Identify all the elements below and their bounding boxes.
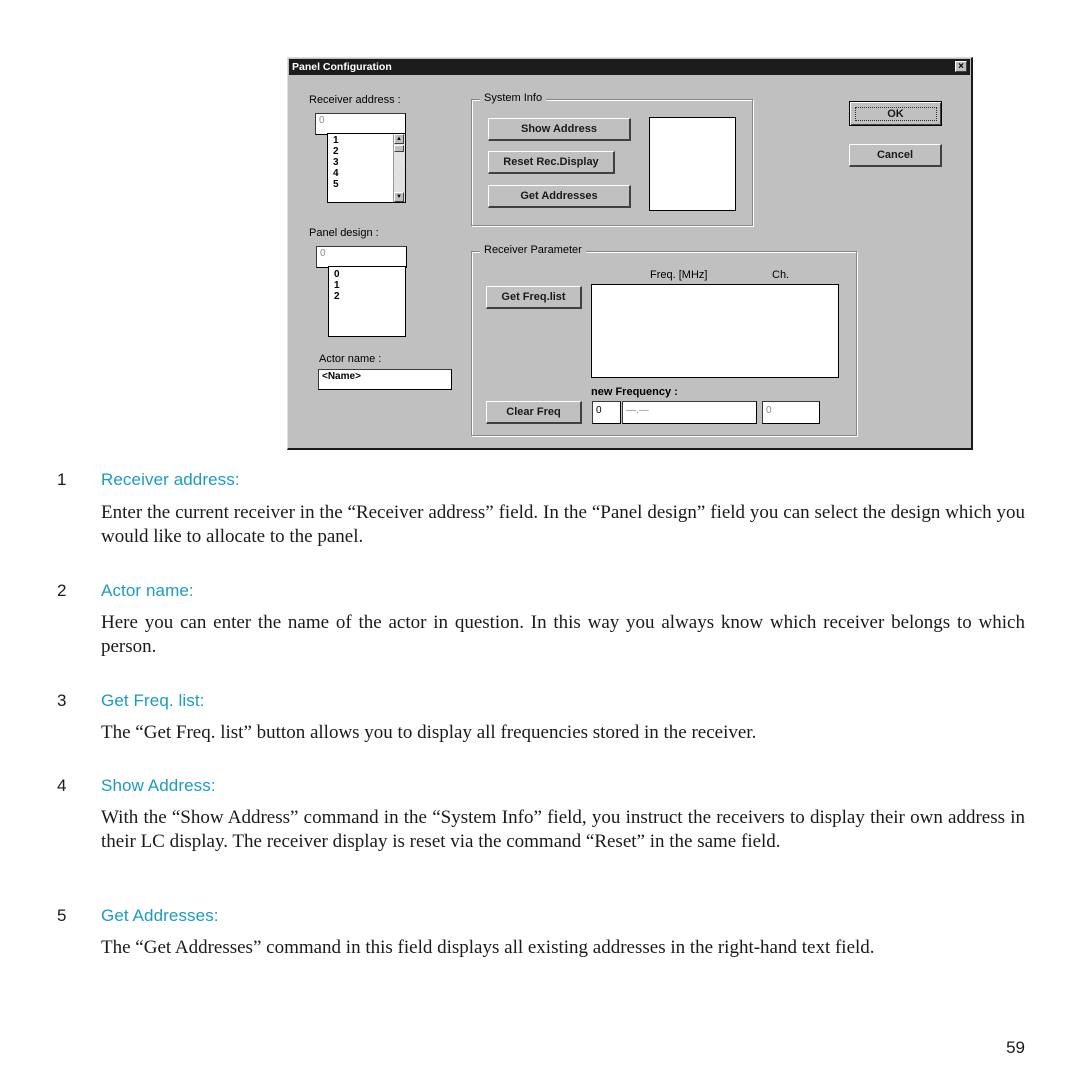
channel-column-header: Ch. [772, 269, 790, 281]
get-freq-list-button[interactable]: Get Freq.list [486, 286, 582, 309]
page-number: 59 [1006, 1038, 1025, 1057]
freq-column-header: Freq. [MHz] [650, 269, 708, 281]
addresses-display [649, 117, 736, 211]
section-body: Here you can enter the name of the actor… [101, 612, 1025, 657]
actor-name-label: Actor name : [319, 353, 382, 365]
new-freq-channel-input[interactable]: 0 [762, 401, 820, 424]
section-title: Get Addresses: [101, 906, 219, 925]
receiver-address-label: Receiver address : [309, 94, 401, 106]
section-title: Show Address: [101, 776, 216, 795]
receiver-address-input[interactable]: 0 [315, 113, 406, 135]
list-item[interactable]: 1 [329, 280, 405, 291]
scroll-down-icon[interactable]: ▼ [394, 192, 404, 202]
section-body: With the “Show Address” command in the “… [101, 807, 1025, 852]
section-number: 4 [57, 776, 67, 795]
ok-button[interactable]: OK [849, 101, 942, 126]
new-freq-index-input[interactable]: 0 [592, 401, 621, 424]
new-frequency-label: new Frequency : [591, 386, 678, 398]
section-number: 1 [57, 470, 67, 489]
section-number: 5 [57, 906, 67, 925]
panel-configuration-dialog: Panel Configuration × Receiver address :… [287, 57, 973, 450]
dialog-titlebar[interactable]: Panel Configuration × [289, 59, 970, 75]
close-icon[interactable]: × [955, 61, 967, 72]
cancel-button[interactable]: Cancel [849, 144, 942, 167]
receiver-address-list[interactable]: 1 2 3 4 5 ▲ ▼ [327, 133, 406, 203]
scroll-up-icon[interactable]: ▲ [394, 134, 404, 144]
section-number: 3 [57, 691, 67, 710]
section-body: Enter the current receiver in the “Recei… [101, 502, 1025, 547]
frequency-list[interactable] [591, 284, 839, 378]
list-item[interactable]: 2 [329, 291, 405, 302]
list-item[interactable]: 0 [329, 269, 405, 280]
actor-name-input[interactable]: <Name> [318, 369, 452, 390]
section-title: Receiver address: [101, 470, 240, 489]
reset-rec-display-button[interactable]: Reset Rec.Display [488, 151, 615, 174]
section-title: Get Freq. list: [101, 691, 205, 710]
list-scrollbar[interactable]: ▲ ▼ [393, 134, 405, 202]
panel-design-label: Panel design : [309, 227, 379, 239]
dialog-title: Panel Configuration [292, 61, 392, 73]
system-info-title: System Info [480, 92, 547, 104]
panel-design-list[interactable]: 0 1 2 [328, 266, 406, 337]
receiver-parameter-title: Receiver Parameter [480, 244, 586, 256]
panel-design-input[interactable]: 0 [316, 246, 407, 268]
section-body: The “Get Addresses” command in this fiel… [101, 937, 875, 958]
section-title: Actor name: [101, 581, 194, 600]
new-freq-value-input[interactable]: —.— [622, 401, 757, 424]
section-body: The “Get Freq. list” button allows you t… [101, 722, 757, 743]
get-addresses-button[interactable]: Get Addresses [488, 185, 631, 208]
ok-button-label: OK [854, 106, 937, 121]
scroll-thumb[interactable] [394, 145, 404, 152]
show-address-button[interactable]: Show Address [488, 118, 631, 141]
section-number: 2 [57, 581, 67, 600]
clear-freq-button[interactable]: Clear Freq [486, 401, 582, 424]
